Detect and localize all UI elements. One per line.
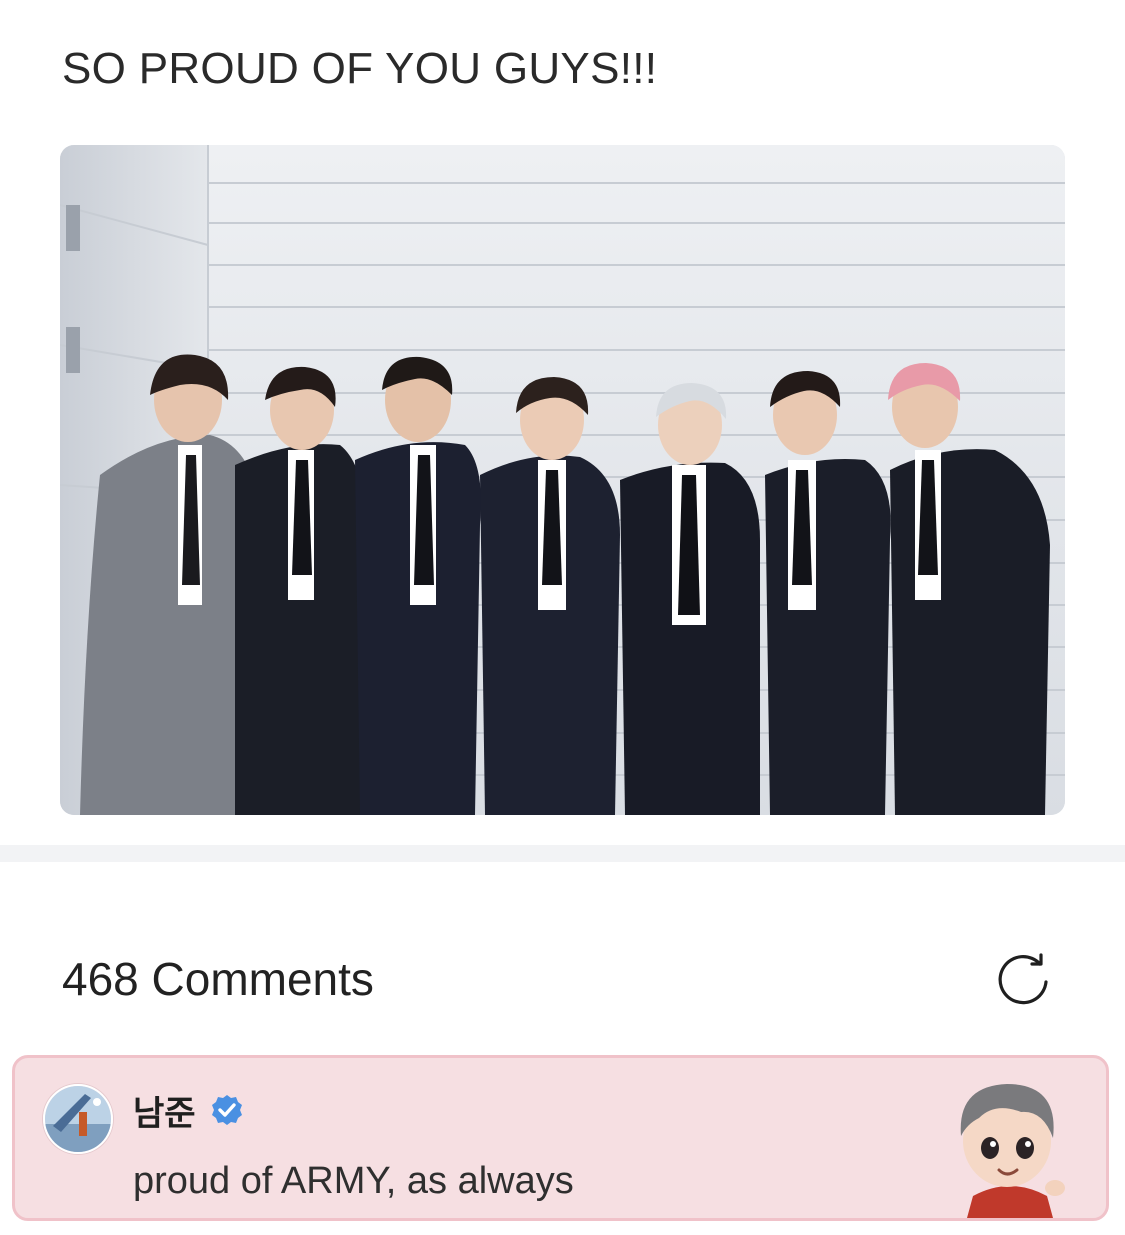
group-photo-illustration — [60, 145, 1065, 815]
comment-author[interactable]: 남준 — [133, 1086, 196, 1135]
character-sticker-icon — [960, 1084, 1065, 1218]
refresh-button[interactable] — [992, 950, 1054, 1008]
section-divider — [0, 845, 1125, 862]
verified-badge-icon — [211, 1095, 242, 1125]
comment-text: proud of ARMY, as always — [133, 1160, 574, 1202]
refresh-icon — [998, 953, 1048, 1005]
post-text: SO PROUD OF YOU GUYS!!! — [62, 44, 658, 93]
avatar[interactable] — [43, 1084, 113, 1154]
avatar-image — [45, 1086, 111, 1152]
post-photo[interactable] — [60, 145, 1065, 815]
comment-item[interactable]: 남준 proud of ARMY, as always — [12, 1055, 1109, 1221]
comment-author-row: 남준 — [133, 1086, 244, 1135]
comments-count: 468 Comments — [62, 953, 374, 1005]
post-page: SO PROUD OF YOU GUYS!!! 468 Comments 남준 … — [0, 0, 1125, 1235]
